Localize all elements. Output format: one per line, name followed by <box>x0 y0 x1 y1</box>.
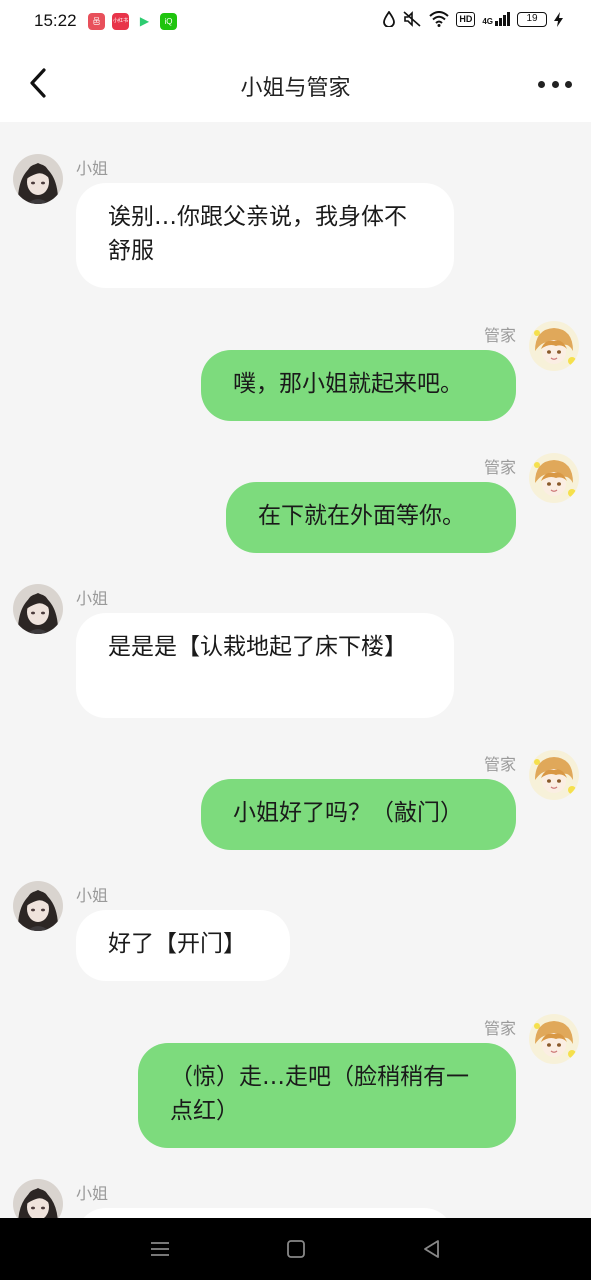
app-icon-redbook: 小红书 <box>112 13 129 30</box>
message-left: 小姐 是是是【认栽地起了床下楼】 <box>0 584 591 724</box>
drop-icon <box>383 11 396 27</box>
avatar[interactable] <box>13 881 63 931</box>
sender-name: 小姐 <box>76 159 109 178</box>
message-bubble[interactable]: 在下就在外面等你。 <box>226 482 516 553</box>
menu-icon <box>151 1242 169 1256</box>
message-bubble[interactable]: 小姐好了吗？（敲门） <box>201 779 516 850</box>
chat-header: 小姐与管家 <box>0 44 591 122</box>
avatar[interactable] <box>529 453 579 503</box>
app-icon-shopping: 邑 <box>88 13 105 30</box>
message-left: 小姐 好了【开门】 <box>0 881 591 986</box>
sender-name: 管家 <box>483 1019 516 1038</box>
charging-icon <box>554 11 563 27</box>
app-icon-video: ▶ <box>136 13 153 30</box>
home-square-icon <box>287 1240 305 1258</box>
message-left: 小姐 <box>0 1179 591 1218</box>
message-bubble[interactable]: 好了【开门】 <box>76 910 290 981</box>
message-right: 管家 小姐好了吗？（敲门） <box>0 750 591 850</box>
battery-icon: 19 <box>517 11 547 27</box>
sender-name: 小姐 <box>76 886 109 905</box>
avatar[interactable] <box>13 584 63 634</box>
wifi-icon <box>429 11 449 27</box>
message-right: 管家 噗，那小姐就起来吧。 <box>0 321 591 421</box>
avatar[interactable] <box>529 750 579 800</box>
signal-icon: 4G <box>482 12 510 26</box>
sender-name: 小姐 <box>76 1184 109 1203</box>
sender-name: 管家 <box>483 326 516 345</box>
message-bubble[interactable] <box>76 1208 454 1218</box>
message-left: 小姐 诶别…你跟父亲说，我身体不舒服 <box>0 154 591 294</box>
hd-badge: HD <box>456 11 476 27</box>
system-nav-bar <box>0 1218 591 1280</box>
message-bubble[interactable]: 噗，那小姐就起来吧。 <box>201 350 516 421</box>
status-bar: 15:22 邑 小红书 ▶ iQ HD 4G 19 <box>0 0 591 44</box>
more-horizontal-icon <box>538 80 545 88</box>
avatar[interactable] <box>13 1179 63 1218</box>
message-bubble[interactable]: 诶别…你跟父亲说，我身体不舒服 <box>76 183 454 288</box>
battery-level: 19 <box>526 12 538 24</box>
mute-icon <box>403 11 421 27</box>
sender-name: 小姐 <box>76 589 109 608</box>
status-time: 15:22 <box>34 11 77 30</box>
more-button[interactable] <box>535 72 575 96</box>
status-indicators: HD 4G 19 <box>383 11 563 27</box>
sender-name: 管家 <box>483 458 516 477</box>
avatar[interactable] <box>529 1014 579 1064</box>
page-title: 小姐与管家 <box>240 76 351 101</box>
avatar[interactable] <box>13 154 63 204</box>
network-label: 4G <box>482 17 493 26</box>
menu-button[interactable] <box>148 1238 172 1260</box>
sender-name: 管家 <box>483 755 516 774</box>
message-right: 管家 （惊）走…走吧（脸稍稍有一点红） <box>0 1014 591 1154</box>
chat-area[interactable]: 小姐 诶别…你跟父亲说，我身体不舒服 管家 噗，那小姐就起来吧。 管家 在下就在… <box>0 122 591 1218</box>
home-button[interactable] <box>284 1238 308 1260</box>
app-icon-iqiyi: iQ <box>160 13 177 30</box>
system-back-button[interactable] <box>420 1238 444 1260</box>
message-right: 管家 在下就在外面等你。 <box>0 453 591 553</box>
back-triangle-icon <box>424 1240 439 1258</box>
avatar[interactable] <box>529 321 579 371</box>
message-bubble[interactable]: 是是是【认栽地起了床下楼】 <box>76 613 454 718</box>
message-bubble[interactable]: （惊）走…走吧（脸稍稍有一点红） <box>138 1043 516 1148</box>
